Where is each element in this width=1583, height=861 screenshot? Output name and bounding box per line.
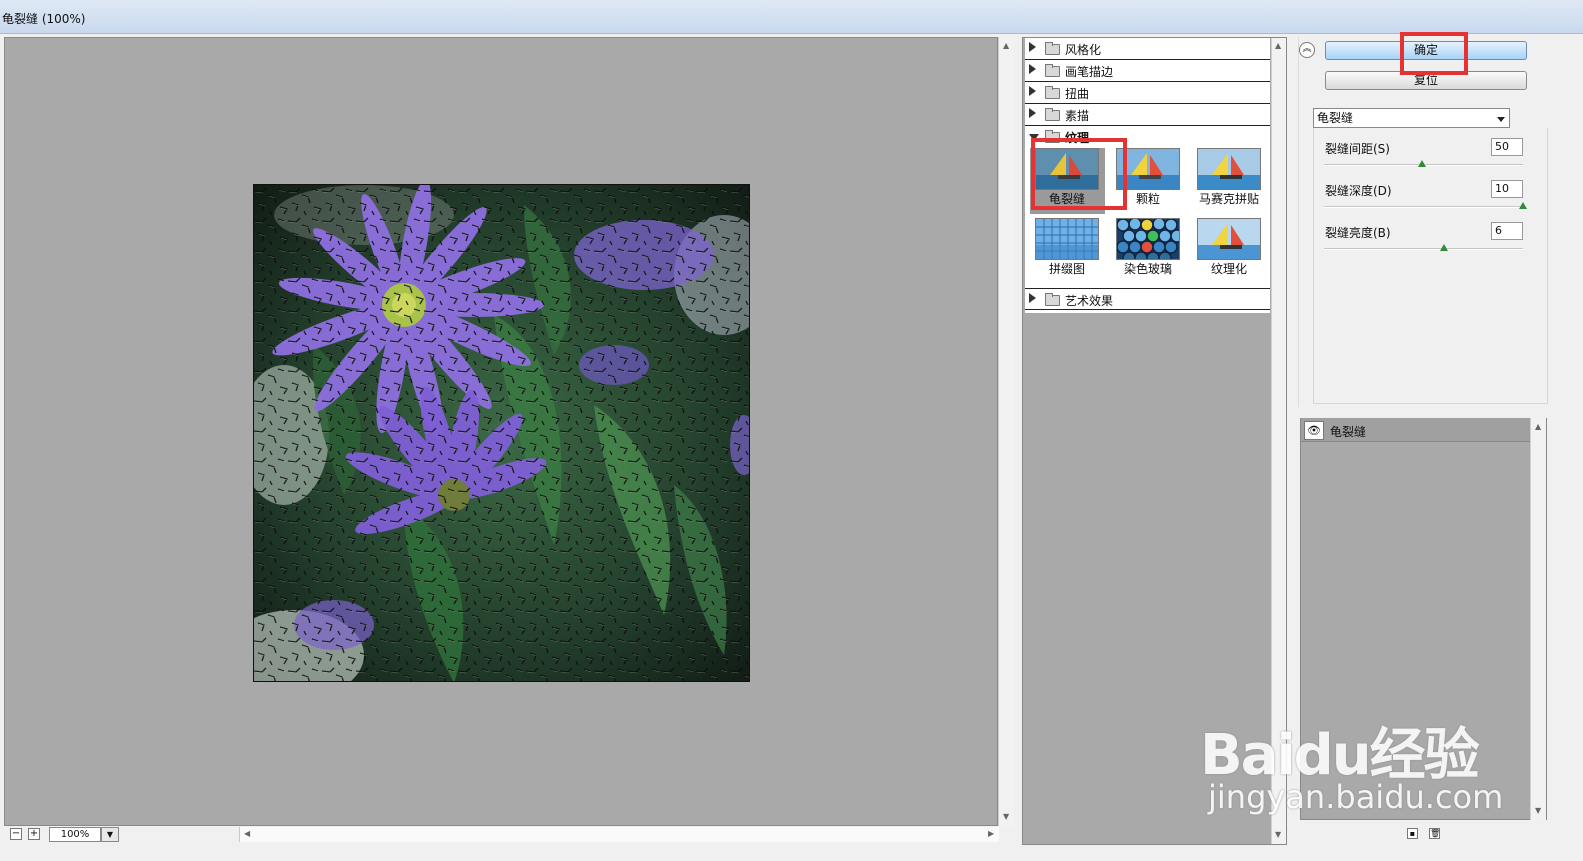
thumb-grain[interactable] xyxy=(1116,148,1180,190)
zoom-out-button[interactable]: − xyxy=(10,828,22,840)
folder-icon xyxy=(1045,293,1060,306)
gallery-vertical-scrollbar[interactable]: ▲ ▼ xyxy=(1271,38,1286,844)
stained-glass-thumbnail xyxy=(1117,219,1179,259)
folder-icon xyxy=(1045,130,1060,143)
thumb-label-texturizer: 纹理化 xyxy=(1210,262,1247,276)
crack-depth-slider[interactable] xyxy=(1324,206,1523,208)
folder-icon xyxy=(1045,86,1060,99)
title-bar: 龟裂缝 (100%) xyxy=(0,0,1583,34)
category-label: 素描 xyxy=(1065,109,1090,123)
category-texture[interactable]: 纹理 xyxy=(1025,126,1270,145)
scroll-down-icon[interactable]: ▼ xyxy=(1275,830,1281,840)
scroll-down-icon[interactable]: ▼ xyxy=(1003,812,1009,822)
folder-icon xyxy=(1045,42,1060,55)
preview-vertical-scrollbar[interactable]: ▲ ▼ xyxy=(998,37,1014,826)
category-sketch[interactable]: 素描 xyxy=(1025,104,1270,126)
crack-spacing-slider-handle[interactable] xyxy=(1418,160,1426,167)
thumb-label-grain: 颗粒 xyxy=(1135,192,1160,206)
crack-depth-input[interactable]: 10 xyxy=(1491,180,1523,198)
expand-triangle-icon[interactable] xyxy=(1029,42,1036,52)
crack-spacing-input[interactable]: 50 xyxy=(1491,138,1523,156)
sailboat-thumbnail xyxy=(1198,149,1260,189)
category-label: 艺术效果 xyxy=(1065,294,1114,308)
filter-gallery: 风格化 画笔描边 扭曲 素描 纹理 龟裂缝 颗粒 马赛克拼贴 拼缀图 染色玻璃 … xyxy=(1022,37,1287,845)
crack-brightness-slider[interactable] xyxy=(1324,248,1523,250)
scroll-left-icon[interactable]: ◀ xyxy=(244,829,250,839)
collapse-triangle-icon[interactable] xyxy=(1029,134,1039,141)
ok-button[interactable]: 确定 xyxy=(1325,41,1527,60)
effect-layer-name: 龟裂缝 xyxy=(1330,425,1367,439)
thumb-label-patchwork: 拼缀图 xyxy=(1048,262,1085,276)
category-label: 风格化 xyxy=(1065,43,1102,57)
expand-triangle-icon[interactable] xyxy=(1029,293,1036,303)
sailboat-thumbnail xyxy=(1036,149,1098,189)
collapse-gallery-icon[interactable]: ︽ xyxy=(1299,42,1315,58)
flower-image-craquelure xyxy=(254,185,749,681)
thumb-label-stained-glass: 染色玻璃 xyxy=(1123,262,1172,276)
filter-category-list: 风格化 画笔描边 扭曲 素描 纹理 龟裂缝 颗粒 马赛克拼贴 拼缀图 染色玻璃 … xyxy=(1025,38,1270,313)
crack-brightness-input[interactable]: 6 xyxy=(1491,222,1523,240)
effect-layers-panel xyxy=(1300,418,1547,820)
scroll-up-icon[interactable]: ▲ xyxy=(1535,422,1541,432)
folder-icon xyxy=(1045,64,1060,77)
thumb-texturizer[interactable] xyxy=(1197,218,1261,260)
category-label: 画笔描边 xyxy=(1065,65,1114,79)
thumb-mosaic-tiles[interactable] xyxy=(1197,148,1261,190)
scroll-up-icon[interactable]: ▲ xyxy=(1275,41,1281,51)
preview-horizontal-scrollbar[interactable]: ◀ ▶ xyxy=(239,827,999,842)
thumb-craquelure[interactable] xyxy=(1035,148,1099,190)
zoom-bar: − + 100% ▼ ◀ ▶ xyxy=(4,826,999,844)
thumb-label-mosaic-tiles: 马赛克拼贴 xyxy=(1198,192,1259,206)
window-title: 龟裂缝 (100%) xyxy=(2,12,86,26)
category-artistic[interactable]: 艺术效果 xyxy=(1025,288,1270,310)
delete-effect-layer-icon[interactable]: 🗑 xyxy=(1429,828,1440,839)
expand-triangle-icon[interactable] xyxy=(1029,108,1036,118)
sailboat-thumbnail xyxy=(1198,219,1260,259)
dropdown-caret-icon[interactable] xyxy=(1497,117,1505,122)
crack-depth-label: 裂缝深度(D) xyxy=(1325,184,1392,198)
folder-icon xyxy=(1045,108,1060,121)
crack-brightness-slider-handle[interactable] xyxy=(1440,244,1448,251)
scroll-right-icon[interactable]: ▶ xyxy=(988,829,994,839)
crack-depth-slider-handle[interactable] xyxy=(1519,202,1527,209)
thumb-stained-glass[interactable] xyxy=(1116,218,1180,260)
zoom-level-field[interactable]: 100% xyxy=(49,827,101,842)
expand-triangle-icon[interactable] xyxy=(1029,86,1036,96)
crack-brightness-label: 裂缝亮度(B) xyxy=(1325,226,1391,240)
new-effect-layer-icon[interactable]: ▪ xyxy=(1407,828,1418,839)
scroll-down-icon[interactable]: ▼ xyxy=(1535,806,1541,816)
layers-vertical-scrollbar[interactable]: ▲ ▼ xyxy=(1530,418,1546,820)
reset-button[interactable]: 复位 xyxy=(1325,71,1527,90)
zoom-in-button[interactable]: + xyxy=(28,828,40,840)
category-stylize[interactable]: 风格化 xyxy=(1025,38,1270,60)
thumb-label-craquelure: 龟裂缝 xyxy=(1048,192,1085,206)
sailboat-thumbnail xyxy=(1117,149,1179,189)
patchwork-thumbnail xyxy=(1036,219,1098,259)
parameter-box xyxy=(1313,128,1548,404)
zoom-dropdown-icon[interactable]: ▼ xyxy=(101,827,119,842)
thumb-patchwork[interactable] xyxy=(1035,218,1099,260)
category-label: 纹理 xyxy=(1065,131,1090,145)
eye-visibility-icon[interactable]: 👁 xyxy=(1304,421,1324,440)
category-label: 扭曲 xyxy=(1065,87,1090,101)
filter-select[interactable]: 龟裂缝 xyxy=(1313,108,1510,128)
expand-triangle-icon[interactable] xyxy=(1029,64,1036,74)
filter-select-value: 龟裂缝 xyxy=(1317,111,1354,125)
preview-image xyxy=(253,184,750,682)
category-distort[interactable]: 扭曲 xyxy=(1025,82,1270,104)
scroll-up-icon[interactable]: ▲ xyxy=(1003,41,1009,51)
category-brush-strokes[interactable]: 画笔描边 xyxy=(1025,60,1270,82)
crack-spacing-label: 裂缝间距(S) xyxy=(1325,142,1390,156)
